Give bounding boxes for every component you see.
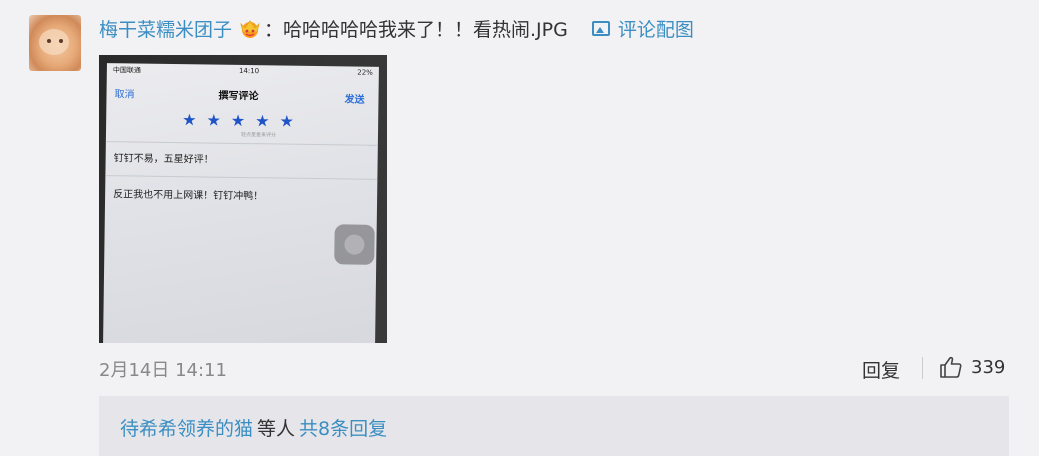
nav-title: 撰写评论: [218, 90, 259, 103]
star-icon: ★: [279, 111, 295, 131]
crown-badge-icon: [238, 17, 262, 39]
thumbs-up-icon: [940, 356, 962, 378]
status-time: 14:10: [238, 66, 260, 76]
comment-text: ：哈哈哈哈哈我来了！！看热闹.JPG: [264, 18, 568, 41]
avatar[interactable]: [29, 15, 81, 71]
comment-header: 梅干菜糯米团子 ：哈哈哈哈哈我来了！！看热闹.JPG 评论配图: [99, 14, 694, 42]
nav-cancel: 取消: [114, 89, 135, 101]
star-rating: ★ ★ ★ ★ ★: [182, 110, 294, 131]
review-title: 钉钉不易，五星好评！: [113, 153, 214, 166]
star-hint: 轻点星星来评分: [240, 131, 277, 139]
phone-screen: 中国联通 14:10 22% 取消 撰写评论 发送 ★ ★ ★ ★ ★ 轻点星星…: [103, 63, 379, 343]
status-bar: 中国联通 14:10 22%: [113, 65, 373, 79]
carrier-label: 中国联通: [112, 66, 141, 75]
reply-button[interactable]: 回复: [862, 356, 900, 383]
divider: [105, 175, 378, 180]
divider: [105, 141, 378, 146]
view-all-replies-link[interactable]: 共8条回复: [299, 418, 387, 440]
assistive-touch-icon: [334, 224, 375, 265]
comment-item: 梅干菜糯米团子 ：哈哈哈哈哈我来了！！看热闹.JPG 评论配图 中国联通 14:…: [0, 0, 1039, 456]
comment-timestamp: 2月14日 14:11: [99, 360, 227, 381]
sub-replies-box: 待希希领养的猫 等人 共8条回复: [99, 396, 1009, 456]
like-count: 339: [971, 356, 1006, 378]
star-icon: ★: [255, 111, 270, 131]
star-icon: ★: [206, 110, 222, 130]
star-icon: ★: [182, 110, 197, 130]
review-body: 反正我也不用上网课！钉钉冲鸭！: [113, 189, 264, 203]
divider: [922, 357, 923, 379]
view-picture-label: 评论配图: [617, 18, 694, 41]
nav-send: 发送: [344, 94, 365, 106]
view-picture-link[interactable]: 评论配图: [591, 15, 694, 42]
like-button[interactable]: 339: [939, 355, 1005, 379]
sub-reply-text: 等人: [257, 418, 296, 440]
picture-icon: [591, 20, 610, 36]
nav-bar: 取消 撰写评论 发送: [106, 81, 378, 105]
sub-reply-user-link[interactable]: 待希希领养的猫: [120, 418, 253, 440]
battery-label: 22%: [357, 68, 373, 77]
star-icon: ★: [230, 110, 246, 131]
comment-image[interactable]: 中国联通 14:10 22% 取消 撰写评论 发送 ★ ★ ★ ★ ★ 轻点星星…: [99, 55, 387, 343]
username-link[interactable]: 梅干菜糯米团子: [99, 15, 232, 42]
